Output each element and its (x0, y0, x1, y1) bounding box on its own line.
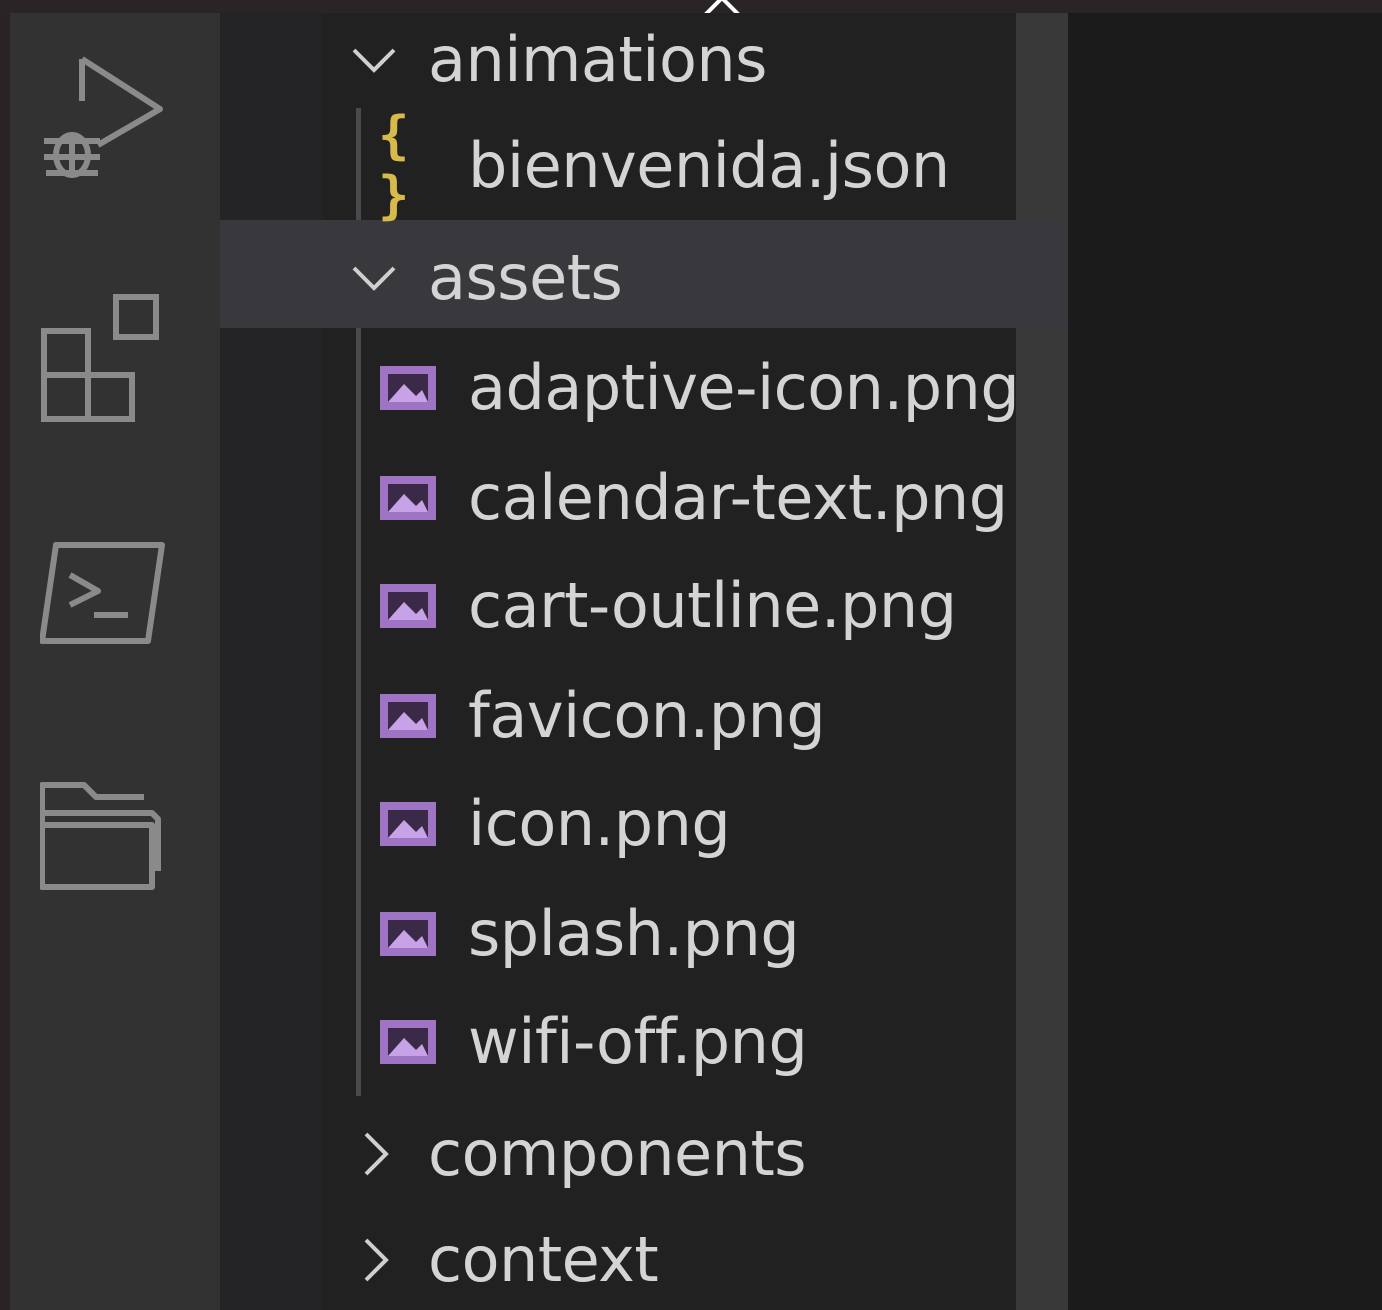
run-debug-icon[interactable] (40, 53, 180, 193)
image-file-icon (378, 800, 438, 848)
folder-icon[interactable] (40, 771, 180, 911)
tree-file-calendar-text[interactable]: calendar-text.png (378, 444, 1008, 552)
folder-label: components (428, 1117, 807, 1190)
tree-file-icon[interactable]: icon.png (378, 770, 731, 878)
tree-file-bienvenida[interactable]: { } bienvenida.json (378, 106, 950, 226)
tree-file-favicon[interactable]: favicon.png (378, 662, 826, 770)
file-label: wifi-off.png (468, 1005, 808, 1078)
file-label: cart-outline.png (468, 569, 957, 642)
image-file-icon (378, 582, 438, 630)
chevron-right-icon (348, 1128, 400, 1180)
image-file-icon (378, 474, 438, 522)
tree-folder-assets[interactable]: assets (348, 224, 623, 332)
tree-file-cart-outline[interactable]: cart-outline.png (378, 552, 957, 660)
indent-guide (356, 108, 361, 220)
scrollbar[interactable] (1016, 13, 1068, 1310)
tree-file-wifi-off[interactable]: wifi-off.png (378, 988, 808, 1096)
tree-file-adaptive-icon[interactable]: adaptive-icon.png (378, 334, 1020, 442)
folder-label: assets (428, 241, 623, 314)
file-label: bienvenida.json (468, 129, 950, 202)
json-file-icon: { } (378, 106, 412, 226)
vscode-window: animations { } bienvenida.json assets ad… (0, 0, 1382, 1310)
file-label: adaptive-icon.png (468, 351, 1020, 424)
folder-label: context (428, 1223, 659, 1296)
editor-area (1068, 13, 1382, 1310)
chevron-down-icon (348, 252, 400, 304)
indent-guide (356, 328, 361, 1096)
image-file-icon (378, 692, 438, 740)
terminal-icon[interactable] (40, 531, 180, 671)
tree-folder-animations[interactable]: animations (348, 6, 767, 114)
activity-bar (10, 13, 220, 1310)
image-file-icon (378, 1018, 438, 1066)
tree-indent-gutter (220, 13, 322, 1310)
file-label: favicon.png (468, 679, 826, 752)
file-label: icon.png (468, 787, 731, 860)
file-label: splash.png (468, 897, 800, 970)
extensions-icon[interactable] (40, 291, 180, 431)
tree-file-splash[interactable]: splash.png (378, 880, 800, 988)
chevron-down-icon (348, 34, 400, 86)
tree-folder-components[interactable]: components (348, 1100, 807, 1208)
image-file-icon (378, 364, 438, 412)
file-label: calendar-text.png (468, 461, 1008, 534)
folder-label: animations (428, 23, 767, 96)
tree-folder-context[interactable]: context (348, 1206, 659, 1310)
chevron-right-icon (348, 1234, 400, 1286)
image-file-icon (378, 910, 438, 958)
